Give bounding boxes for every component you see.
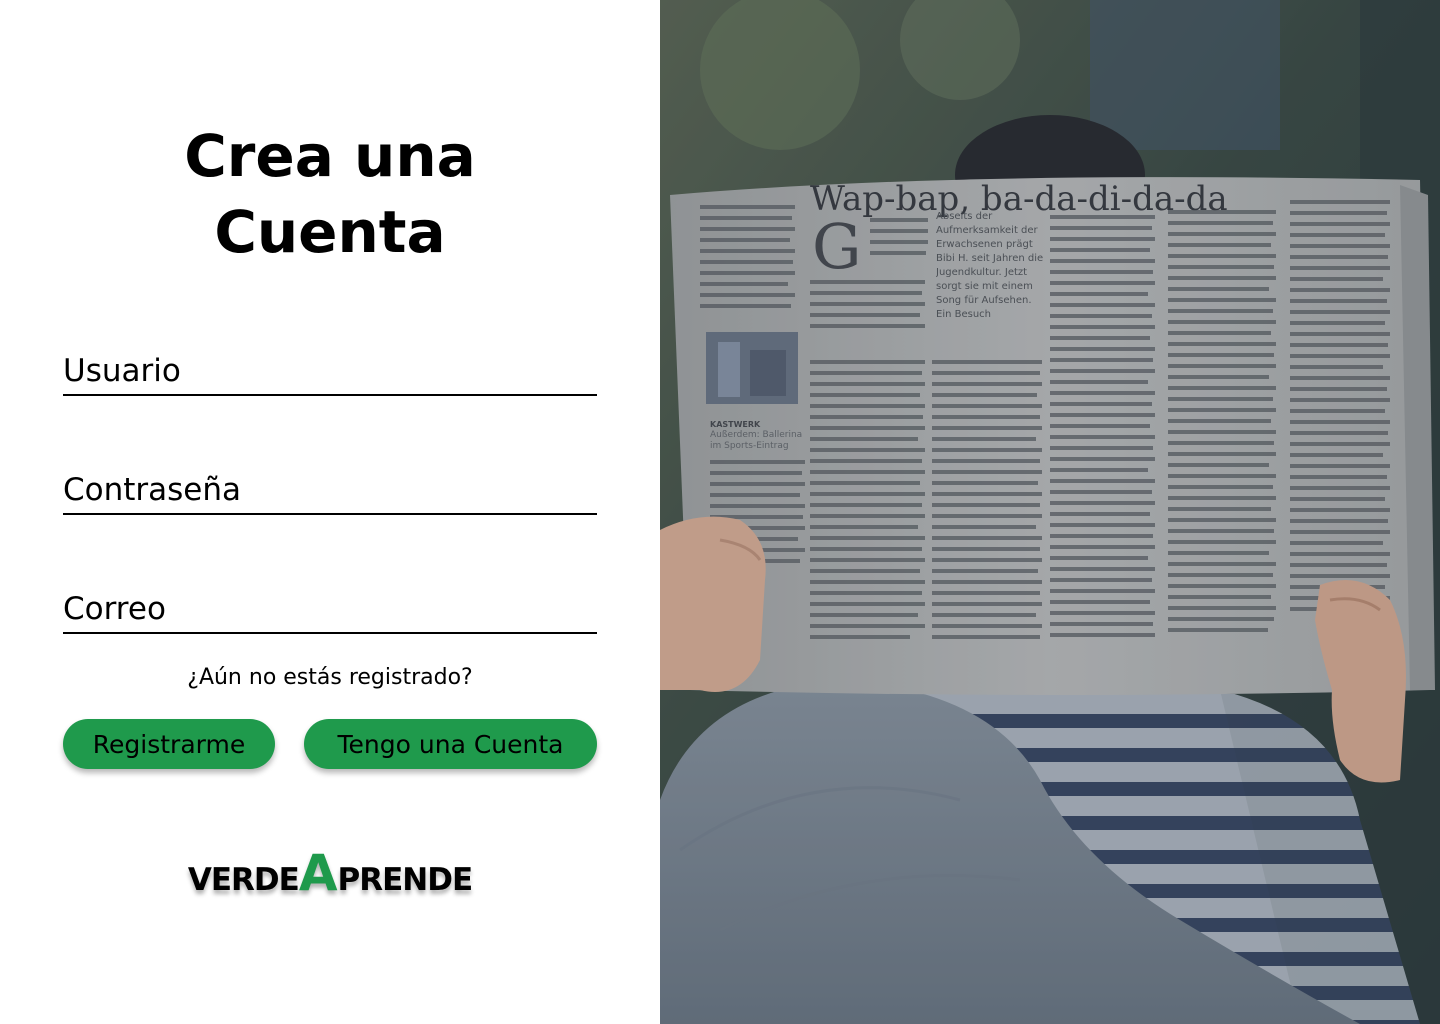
logo-part-verde: VERDE (187, 862, 300, 898)
email-field (63, 586, 597, 634)
register-button[interactable]: Registrarme (63, 719, 275, 769)
page-title: Crea una Cuenta (0, 118, 660, 270)
have-account-button[interactable]: Tengo una Cuenta (304, 719, 597, 769)
password-input[interactable] (63, 467, 597, 513)
title-line-1: Crea una (184, 122, 476, 190)
hero-image: Wap-bap, ba-da-di-da-da G Abseits der Au… (660, 0, 1440, 1024)
password-field (63, 467, 597, 515)
logo-part-a: A (298, 844, 338, 902)
brand-logo: VERDEAPRENDE (0, 848, 660, 898)
signup-panel: Crea una Cuenta ¿Aún no estás registrado… (0, 0, 660, 1024)
title-line-2: Cuenta (214, 198, 446, 266)
newspaper-reader-illustration: Wap-bap, ba-da-di-da-da G Abseits der Au… (660, 0, 1440, 1024)
username-input[interactable] (63, 348, 597, 394)
username-field (63, 348, 597, 396)
signup-page: Crea una Cuenta ¿Aún no estás registrado… (0, 0, 1440, 1024)
not-registered-question: ¿Aún no estás registrado? (187, 665, 473, 690)
email-input[interactable] (63, 586, 597, 632)
logo-part-prende: PRENDE (337, 862, 474, 898)
